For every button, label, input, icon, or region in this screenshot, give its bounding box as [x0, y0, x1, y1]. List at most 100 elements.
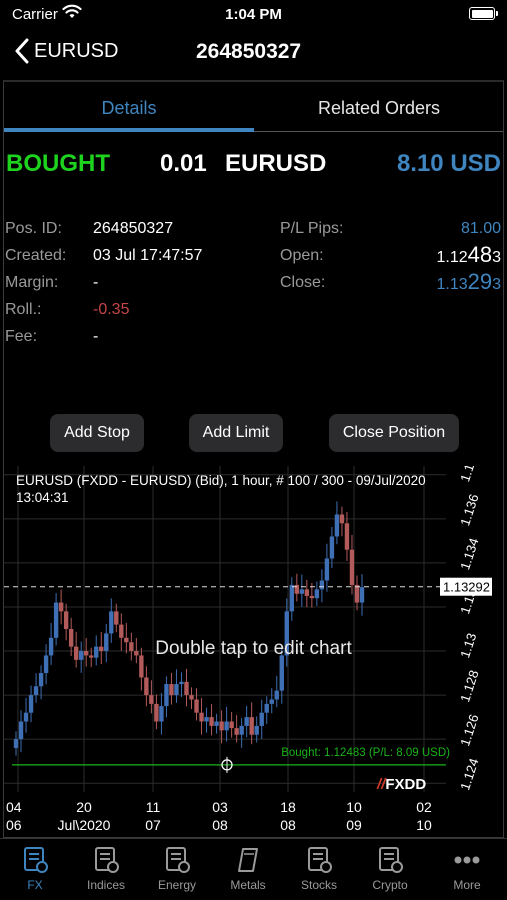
- fee-label: Fee:: [5, 328, 38, 345]
- x-tick-top: 02: [416, 799, 432, 815]
- position-panel: Details Related Orders BOUGHT 0.01 EURUS…: [3, 80, 504, 838]
- pos-id-label: Pos. ID:: [5, 220, 62, 237]
- tab-details[interactable]: Details: [4, 82, 254, 132]
- candle-body: [194, 699, 199, 713]
- x-tick-top: 03: [212, 799, 228, 815]
- stocks-icon: [308, 847, 332, 873]
- bottom-tab-stocks[interactable]: Stocks: [284, 845, 354, 892]
- back-button[interactable]: EURUSD: [14, 38, 118, 64]
- bottom-tab-fx[interactable]: FX: [0, 845, 70, 892]
- candle-body: [269, 699, 274, 704]
- candle-body: [18, 721, 24, 740]
- x-tick-top: 10: [346, 799, 362, 815]
- candle-body: [339, 514, 345, 524]
- candle-body: [349, 549, 355, 585]
- candle-body: [324, 558, 330, 581]
- pl-pips-value: 81.00: [460, 220, 501, 237]
- chart-title: EURUSD (FXDD - EURUSD) (Bid), 1 hour, # …: [16, 473, 426, 505]
- candle-body: [13, 739, 19, 748]
- battery-icon: [469, 7, 498, 20]
- candle-body: [264, 703, 269, 713]
- x-tick-bottom: 10: [416, 817, 432, 833]
- bottom-tab-bar: FX Indices Energy Metals Stocks Crypto M…: [0, 838, 507, 900]
- symbol-value: EURUSD: [225, 150, 327, 177]
- candle-body: [314, 589, 320, 599]
- open-label: Open:: [280, 247, 324, 264]
- candle-body: [58, 602, 64, 612]
- tab-related-orders[interactable]: Related Orders: [254, 82, 504, 132]
- nav-bar: EURUSD 264850327: [0, 28, 507, 78]
- price-chart[interactable]: 1.1381.1361.1341.1321.131.1281.1261.1241…: [4, 466, 503, 838]
- status-bar: Carrier 1:04 PM: [0, 0, 507, 28]
- candle-body: [289, 584, 294, 612]
- candle-body: [329, 536, 335, 559]
- candle-body: [159, 706, 164, 722]
- rollover-label: Roll.:: [5, 301, 42, 318]
- candle-body: [304, 589, 310, 596]
- x-tick-bottom: Jul\2020: [58, 817, 111, 833]
- bottom-tab-energy[interactable]: Energy: [142, 845, 212, 892]
- current-price-label: 1.13292: [443, 580, 490, 595]
- close-price: 1.13293: [436, 269, 501, 294]
- chevron-left-icon: [15, 38, 29, 64]
- created-value: 03 Jul 17:47:57: [93, 247, 203, 264]
- candle-body: [63, 611, 69, 629]
- crypto-icon: [379, 847, 403, 873]
- y-tick-label: 1.126: [457, 712, 481, 748]
- x-tick-top: 18: [280, 799, 296, 815]
- candle-body: [244, 717, 249, 726]
- x-tick-bottom: 09: [346, 817, 362, 833]
- x-tick-bottom: 08: [212, 817, 228, 833]
- fee-value: -: [93, 328, 99, 345]
- candle-body: [299, 589, 305, 594]
- close-label: Close:: [280, 274, 326, 291]
- fx-icon: [24, 847, 48, 873]
- bottom-tab-metals[interactable]: Metals: [213, 845, 283, 892]
- candle-body: [249, 717, 254, 735]
- candle-body: [114, 611, 119, 625]
- candle-body: [234, 728, 239, 735]
- candle-body: [359, 587, 365, 603]
- margin-label: Margin:: [5, 274, 59, 291]
- candle-body: [169, 684, 174, 696]
- candle-body: [344, 523, 350, 550]
- add-limit-button[interactable]: Add Limit: [189, 414, 283, 452]
- candle-body: [319, 580, 325, 590]
- metals-icon: [238, 848, 258, 872]
- candle-body: [214, 721, 219, 726]
- x-tick-top: 04: [6, 799, 22, 815]
- created-label: Created:: [5, 247, 67, 264]
- x-tick-bottom: 07: [145, 817, 161, 833]
- candle-body: [38, 673, 44, 687]
- close-position-button[interactable]: Close Position: [329, 414, 459, 452]
- position-summary: BOUGHT 0.01 EURUSD 8.10 USD: [4, 150, 503, 186]
- indices-icon: [95, 847, 119, 873]
- bought-line-label: Bought: 1.12483 (P/L: 8.09 USD): [281, 747, 450, 759]
- candle-body: [239, 725, 244, 735]
- candle-body: [279, 655, 284, 691]
- chart-edit-hint: Double tap to edit chart: [155, 638, 352, 659]
- candle-body: [199, 712, 204, 722]
- candle-body: [119, 624, 124, 638]
- candle-body: [229, 721, 234, 729]
- add-stop-button[interactable]: Add Stop: [50, 414, 144, 452]
- x-tick-top: 11: [146, 799, 161, 815]
- x-tick-top: 20: [76, 799, 92, 815]
- bottom-tab-more[interactable]: More: [432, 845, 502, 892]
- y-tick-label: 1.128: [457, 668, 481, 704]
- bottom-tab-crypto[interactable]: Crypto: [355, 845, 425, 892]
- candle-body: [33, 686, 39, 696]
- candle-body: [189, 695, 194, 700]
- bottom-tab-indices[interactable]: Indices: [71, 845, 141, 892]
- candle-body: [144, 677, 149, 696]
- x-tick-bottom: 06: [6, 817, 22, 833]
- candle-body: [23, 712, 29, 722]
- back-label: EURUSD: [34, 39, 119, 62]
- candle-body: [154, 703, 159, 722]
- candle-body: [259, 712, 264, 726]
- candle-body: [204, 717, 209, 722]
- direction-label: BOUGHT: [6, 150, 110, 177]
- more-icon: [454, 856, 480, 864]
- y-tick-label: 1.134: [457, 536, 481, 572]
- candle-body: [109, 611, 114, 634]
